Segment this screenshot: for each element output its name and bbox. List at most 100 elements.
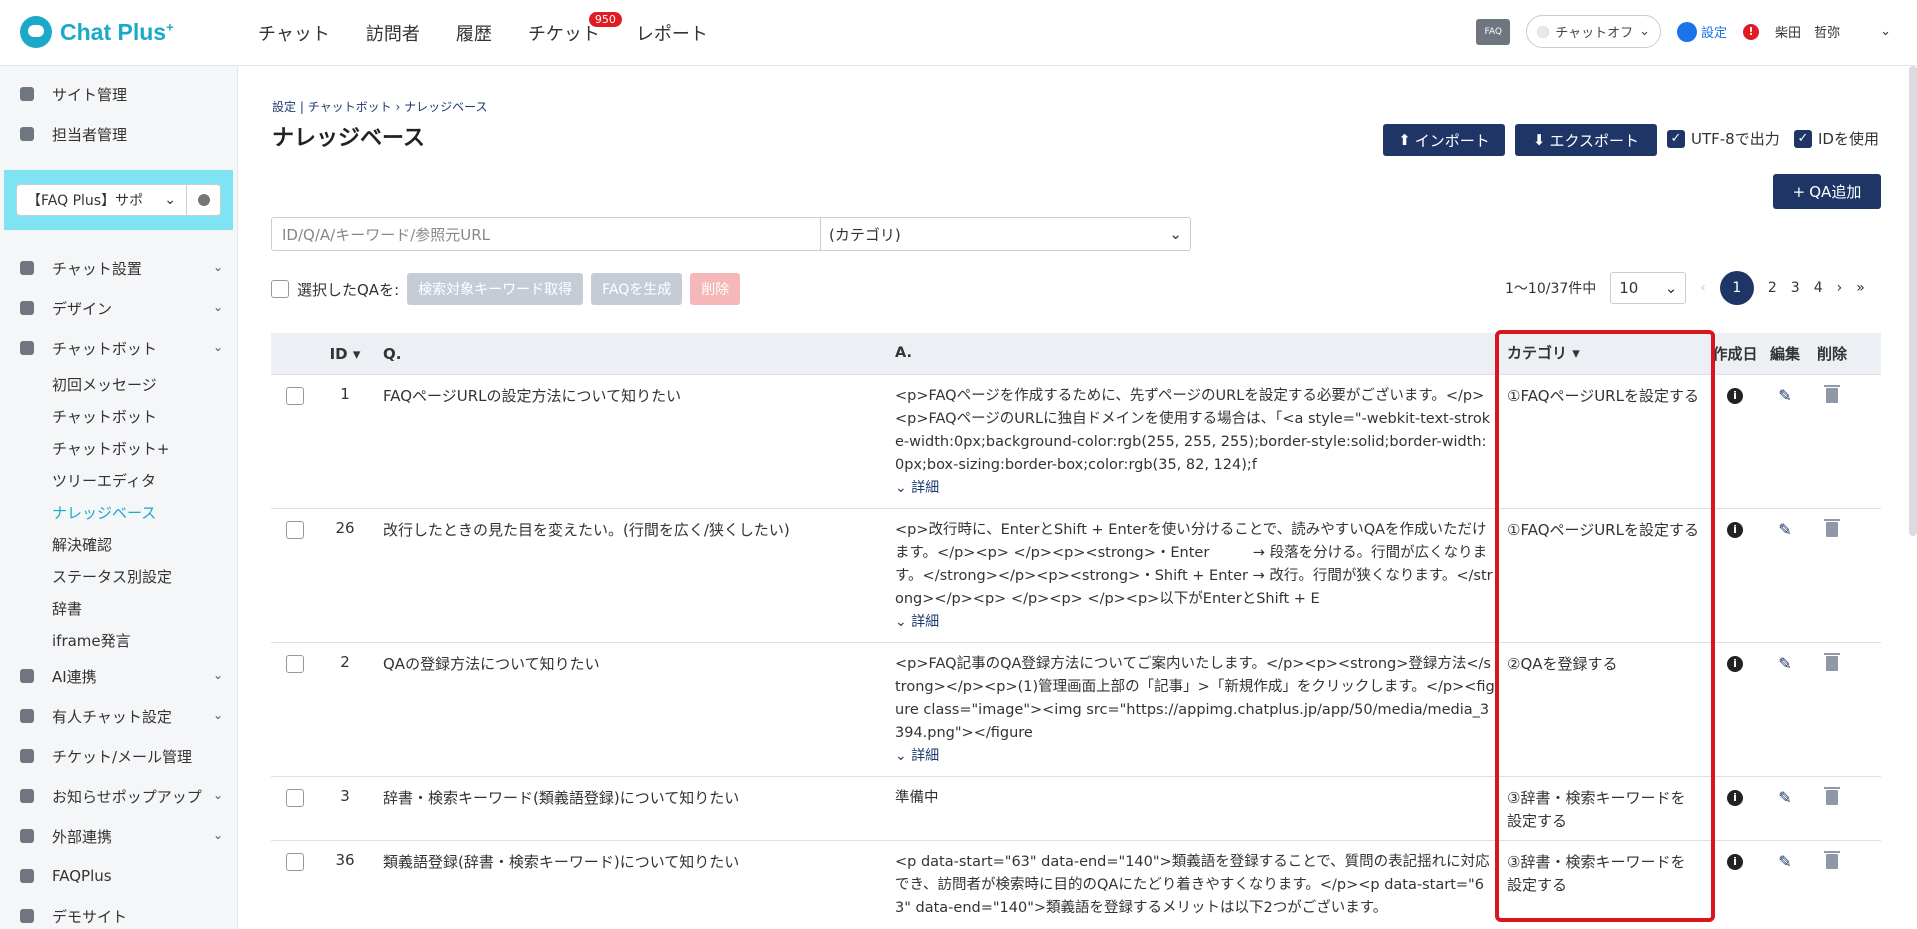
trash-icon[interactable] [1824,851,1840,869]
select-all-checkbox[interactable] [271,280,289,298]
sidebar-subitem-chatbot-plus[interactable]: チャットボット+ [0,432,237,464]
edit-icon[interactable]: ✎ [1778,386,1791,508]
detail-toggle[interactable]: ⌄ 詳細 [895,477,1495,500]
sidebar-item-site-admin[interactable]: サイト管理 [0,74,237,114]
sidebar-item-ai[interactable]: AI連携 ⌄ [0,656,237,696]
nav-history[interactable]: 履歴 [456,20,492,46]
search-input[interactable]: ID/Q/A/キーワード/参照元URL [271,217,821,251]
row-checkbox[interactable] [286,521,304,539]
sidebar-item-demo[interactable]: デモサイト [0,896,237,929]
export-button[interactable]: ⬇ エクスポート [1515,124,1657,156]
info-icon[interactable]: i [1727,656,1743,672]
last-page-button[interactable]: » [1856,280,1865,296]
breadcrumb-chatbot[interactable]: チャットボット [308,100,392,114]
edit-icon[interactable]: ✎ [1778,788,1791,840]
use-id-checkbox[interactable]: ✓ IDを使用 [1794,128,1879,149]
sidebar-item-popup[interactable]: お知らせポップアップ ⌄ [0,776,237,816]
get-keywords-button[interactable]: 検索対象キーワード取得 [407,273,584,305]
page-4-button[interactable]: 4 [1814,280,1823,296]
site-settings-button[interactable] [187,184,221,216]
result-count: 1〜10/37件中 [1505,281,1597,297]
import-button[interactable]: ⬆ インポート [1383,124,1505,156]
sidebar-item-chat-setup[interactable]: チャット設置 ⌄ [0,248,237,288]
sidebar-item-manned-chat[interactable]: 有人チャット設定 ⌄ [0,696,237,736]
per-page-select[interactable]: 10 ⌄ [1610,272,1687,304]
edit-icon[interactable]: ✎ [1778,654,1791,776]
sidebar-subitem-iframe[interactable]: iframe発言 [0,624,237,656]
info-icon[interactable]: i [1727,854,1743,870]
sidebar-subitem-tree-editor[interactable]: ツリーエディタ [0,464,237,496]
sidebar-item-faqplus[interactable]: FAQPlus [0,856,237,896]
edit-icon[interactable]: ✎ [1778,520,1791,642]
trash-icon[interactable] [1824,787,1840,805]
ticket-count-badge: 950 [588,12,622,27]
table-row: 26 改行したときの見た目を変えたい。(行間を広く/狭くしたい) <p>改行時に… [271,509,1881,643]
info-icon[interactable]: i [1727,388,1743,404]
row-question[interactable]: 類義語登録(辞書・検索キーワード)について知りたい [371,841,883,929]
sidebar-item-staff-admin[interactable]: 担当者管理 [0,114,237,154]
shield-icon [20,869,34,883]
row-checkbox[interactable] [286,789,304,807]
row-question[interactable]: 改行したときの見た目を変えたい。(行間を広く/狭くしたい) [371,509,883,642]
sidebar-item-external[interactable]: 外部連携 ⌄ [0,816,237,856]
sidebar-subitem-dictionary[interactable]: 辞書 [0,592,237,624]
header-a: A. [895,345,912,361]
header-id[interactable]: ID ▾ [319,345,371,363]
row-question[interactable]: 辞書・検索キーワード(類義語登録)について知りたい [371,777,883,840]
row-question[interactable]: QAの登録方法について知りたい [371,643,883,776]
table-row: 2 QAの登録方法について知りたい <p>FAQ記事のQA登録方法についてご案内… [271,643,1881,777]
row-checkbox[interactable] [286,655,304,673]
next-page-button[interactable]: › [1837,280,1843,296]
breadcrumb: 設定 | チャットボット › ナレッジベース [272,100,488,114]
header-category[interactable]: カテゴリ ▾ [1495,342,1707,365]
scrollbar[interactable] [1909,66,1917,536]
chevron-down-icon: ⌄ [1169,225,1182,243]
nav-tickets[interactable]: チケット 950 [528,12,622,46]
bulk-delete-button[interactable]: 削除 [690,273,741,305]
nav-reports[interactable]: レポート [636,20,708,46]
row-checkbox[interactable] [286,387,304,405]
info-icon[interactable]: i [1727,790,1743,806]
list-icon [20,749,34,763]
info-icon[interactable]: i [1727,522,1743,538]
faq-icon[interactable]: FAQ [1476,18,1511,45]
sidebar-item-chatbot[interactable]: チャットボット ⌄ [0,328,237,368]
chevron-down-icon: ⌄ [212,340,223,354]
settings-link[interactable]: 設定 [1677,21,1727,42]
trash-icon[interactable] [1824,385,1840,403]
trash-icon[interactable] [1824,653,1840,671]
breadcrumb-settings[interactable]: 設定 [272,100,296,114]
edit-icon[interactable]: ✎ [1778,852,1791,929]
trash-icon[interactable] [1824,519,1840,537]
page-1-button[interactable]: 1 [1719,271,1754,305]
page-2-button[interactable]: 2 [1768,280,1777,296]
page-3-button[interactable]: 3 [1791,280,1800,296]
sidebar-item-design[interactable]: デザイン ⌄ [0,288,237,328]
header-created: 作成日 [1712,345,1758,363]
chevron-down-icon: ⌄ [1639,24,1651,39]
user-menu[interactable]: 柴田 哲弥 ⌄ [1775,22,1891,41]
site-select[interactable]: 【FAQ Plus】サポ ⌄ [16,184,187,216]
row-category: ①FAQページURLを設定する [1507,521,1699,539]
row-category: ②QAを登録する [1507,655,1618,673]
sidebar-subitem-chatbot[interactable]: チャットボット [0,400,237,432]
detail-toggle[interactable]: ⌄ 詳細 [895,745,1495,768]
chat-status-toggle[interactable]: チャットオフ ⌄ [1526,15,1662,48]
alert-icon[interactable]: ! [1743,23,1760,40]
sidebar-subitem-status-settings[interactable]: ステータス別設定 [0,560,237,592]
sidebar-item-ticket-mail[interactable]: チケット/メール管理 [0,736,237,776]
sidebar-subitem-resolution-check[interactable]: 解決確認 [0,528,237,560]
detail-toggle[interactable]: ⌄ 詳細 [895,611,1495,634]
qa-add-button[interactable]: + QA追加 [1773,174,1881,209]
category-select[interactable]: (カテゴリ) ⌄ [820,217,1191,251]
chatplus-logo[interactable]: Chat Plus+ [20,16,174,48]
nav-chat[interactable]: チャット [258,20,330,46]
sidebar-subitem-knowledge-base[interactable]: ナレッジベース [0,496,237,528]
generate-faq-button[interactable]: FAQを生成 [591,273,683,305]
nav-visitors[interactable]: 訪問者 [366,20,420,46]
utf8-output-checkbox[interactable]: ✓ UTF-8で出力 [1667,128,1780,149]
sidebar-subitem-first-message[interactable]: 初回メッセージ [0,368,237,400]
prev-page-button[interactable]: ‹ [1700,280,1706,296]
row-checkbox[interactable] [286,853,304,871]
row-question[interactable]: FAQページURLの設定方法について知りたい [371,375,883,508]
